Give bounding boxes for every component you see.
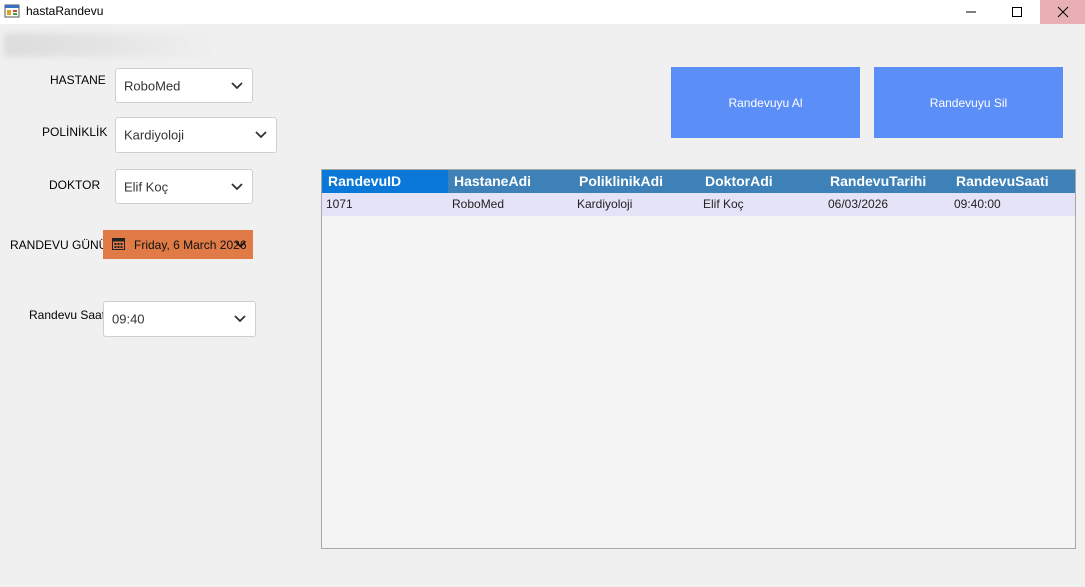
column-header-doktoradi[interactable]: DoktorAdi — [699, 170, 824, 193]
randevu-gunu-label: RANDEVU GÜNÜ — [10, 238, 108, 252]
app-icon — [4, 4, 20, 18]
column-header-randevutarihi[interactable]: RandevuTarihi — [824, 170, 950, 193]
randevu-saati-combo[interactable]: 09:40 — [103, 301, 256, 337]
doktor-value: Elif Koç — [124, 179, 169, 194]
cell-poliklinikadi[interactable]: Kardiyoloji — [573, 193, 699, 216]
maximize-icon — [1012, 7, 1022, 17]
poliklinik-combo[interactable]: Kardiyoloji — [115, 117, 277, 153]
randevu-saati-value: 09:40 — [112, 311, 145, 327]
table-row[interactable]: 1071 RoboMed Kardiyoloji Elif Koç 06/03/… — [322, 193, 1075, 216]
close-icon — [1057, 6, 1069, 18]
column-header-randevusaati[interactable]: RandevuSaati — [950, 170, 1075, 193]
randevu-date-picker[interactable]: Friday, 6 March 2026 — [103, 230, 253, 259]
randevu-saati-label: Randevu Saati — [29, 308, 108, 322]
randevuyu-sil-button[interactable]: Randevuyu Sil — [874, 67, 1063, 138]
window-title: hastaRandevu — [26, 4, 104, 18]
blurred-header-area — [4, 33, 214, 57]
randevu-date-value: Friday, 6 March 2026 — [134, 238, 247, 252]
hastane-combo[interactable]: RoboMed — [115, 68, 253, 103]
cell-randevuid[interactable]: 1071 — [322, 193, 448, 216]
hastane-label: HASTANE — [50, 73, 106, 87]
poliklinik-value: Kardiyoloji — [124, 127, 184, 143]
hastane-value: RoboMed — [124, 78, 181, 93]
cell-randevusaati[interactable]: 09:40:00 — [950, 193, 1075, 216]
poliklinik-label: POLİNİKLİK — [42, 125, 108, 139]
cell-randevutarihi[interactable]: 06/03/2026 — [824, 193, 950, 216]
cell-doktoradi[interactable]: Elif Koç — [699, 193, 824, 216]
doktor-combo[interactable]: Elif Koç — [115, 169, 253, 204]
calendar-icon — [112, 238, 125, 250]
randevuyu-al-button[interactable]: Randevuyu Al — [671, 67, 860, 138]
cell-hastaneadi[interactable]: RoboMed — [448, 193, 573, 216]
title-bar: hastaRandevu — [0, 0, 1085, 24]
close-button[interactable] — [1040, 0, 1085, 24]
grid-header: RandevuID HastaneAdi PoliklinikAdi Dokto… — [322, 170, 1075, 193]
column-header-poliklinikadi[interactable]: PoliklinikAdi — [573, 170, 699, 193]
randevu-grid[interactable]: RandevuID HastaneAdi PoliklinikAdi Dokto… — [321, 169, 1076, 549]
chevron-down-icon — [231, 81, 243, 89]
chevron-down-icon — [235, 241, 246, 248]
chevron-down-icon — [234, 315, 246, 323]
chevron-down-icon — [231, 182, 243, 190]
maximize-button[interactable] — [994, 0, 1040, 24]
chevron-down-icon — [255, 131, 267, 139]
column-header-randevuid[interactable]: RandevuID — [322, 170, 448, 193]
minimize-button[interactable] — [948, 0, 994, 24]
doktor-label: DOKTOR — [49, 178, 101, 192]
column-header-hastaneadi[interactable]: HastaneAdi — [448, 170, 573, 193]
minimize-icon — [966, 11, 976, 13]
